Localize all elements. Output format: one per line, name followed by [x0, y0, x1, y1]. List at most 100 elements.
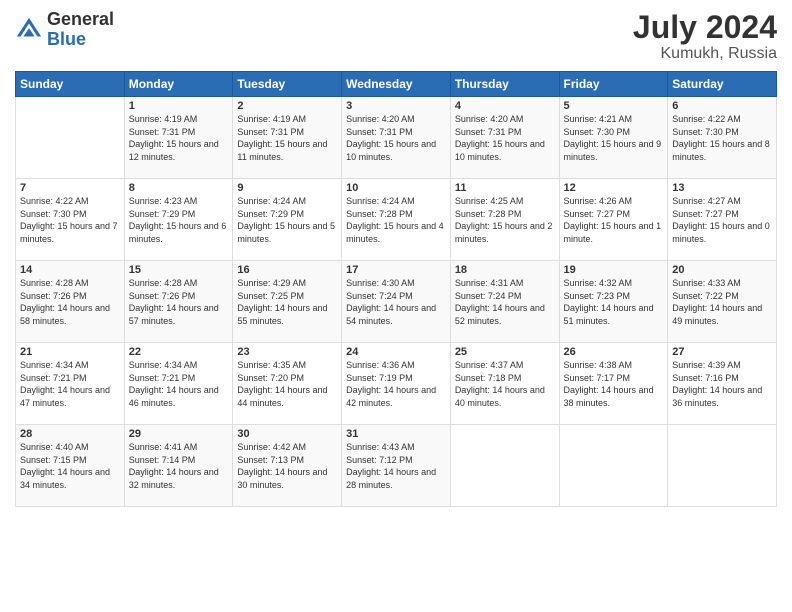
day-number: 6	[672, 100, 772, 112]
calendar-cell: 13Sunrise: 4:27 AMSunset: 7:27 PMDayligh…	[668, 179, 777, 261]
calendar-cell: 4Sunrise: 4:20 AMSunset: 7:31 PMDaylight…	[450, 97, 559, 179]
calendar-cell: 21Sunrise: 4:34 AMSunset: 7:21 PMDayligh…	[16, 343, 125, 425]
cell-details: Sunrise: 4:20 AMSunset: 7:31 PMDaylight:…	[455, 113, 555, 163]
calendar-cell: 8Sunrise: 4:23 AMSunset: 7:29 PMDaylight…	[124, 179, 233, 261]
header-cell-wednesday: Wednesday	[342, 72, 451, 97]
logo-icon	[15, 16, 43, 44]
calendar-cell: 31Sunrise: 4:43 AMSunset: 7:12 PMDayligh…	[342, 425, 451, 507]
calendar-cell: 12Sunrise: 4:26 AMSunset: 7:27 PMDayligh…	[559, 179, 668, 261]
day-number: 4	[455, 100, 555, 112]
calendar-table: SundayMondayTuesdayWednesdayThursdayFrid…	[15, 71, 777, 507]
day-number: 2	[237, 100, 337, 112]
cell-details: Sunrise: 4:29 AMSunset: 7:25 PMDaylight:…	[237, 277, 337, 327]
day-number: 9	[237, 182, 337, 194]
calendar-page: General Blue July 2024 Kumukh, Russia Su…	[0, 0, 792, 612]
cell-details: Sunrise: 4:23 AMSunset: 7:29 PMDaylight:…	[129, 195, 229, 245]
calendar-cell: 27Sunrise: 4:39 AMSunset: 7:16 PMDayligh…	[668, 343, 777, 425]
cell-details: Sunrise: 4:34 AMSunset: 7:21 PMDaylight:…	[129, 359, 229, 409]
week-row-3: 21Sunrise: 4:34 AMSunset: 7:21 PMDayligh…	[16, 343, 777, 425]
cell-details: Sunrise: 4:25 AMSunset: 7:28 PMDaylight:…	[455, 195, 555, 245]
day-number: 22	[129, 346, 229, 358]
header-row: SundayMondayTuesdayWednesdayThursdayFrid…	[16, 72, 777, 97]
calendar-cell: 6Sunrise: 4:22 AMSunset: 7:30 PMDaylight…	[668, 97, 777, 179]
day-number: 18	[455, 264, 555, 276]
calendar-cell: 9Sunrise: 4:24 AMSunset: 7:29 PMDaylight…	[233, 179, 342, 261]
calendar-cell: 10Sunrise: 4:24 AMSunset: 7:28 PMDayligh…	[342, 179, 451, 261]
header-cell-thursday: Thursday	[450, 72, 559, 97]
header-cell-sunday: Sunday	[16, 72, 125, 97]
calendar-cell: 30Sunrise: 4:42 AMSunset: 7:13 PMDayligh…	[233, 425, 342, 507]
cell-details: Sunrise: 4:22 AMSunset: 7:30 PMDaylight:…	[20, 195, 120, 245]
cell-details: Sunrise: 4:36 AMSunset: 7:19 PMDaylight:…	[346, 359, 446, 409]
header: General Blue July 2024 Kumukh, Russia	[15, 10, 777, 63]
week-row-2: 14Sunrise: 4:28 AMSunset: 7:26 PMDayligh…	[16, 261, 777, 343]
day-number: 12	[564, 182, 664, 194]
calendar-cell: 7Sunrise: 4:22 AMSunset: 7:30 PMDaylight…	[16, 179, 125, 261]
cell-details: Sunrise: 4:28 AMSunset: 7:26 PMDaylight:…	[129, 277, 229, 327]
calendar-cell: 20Sunrise: 4:33 AMSunset: 7:22 PMDayligh…	[668, 261, 777, 343]
day-number: 19	[564, 264, 664, 276]
calendar-cell: 22Sunrise: 4:34 AMSunset: 7:21 PMDayligh…	[124, 343, 233, 425]
cell-details: Sunrise: 4:30 AMSunset: 7:24 PMDaylight:…	[346, 277, 446, 327]
day-number: 23	[237, 346, 337, 358]
calendar-cell: 19Sunrise: 4:32 AMSunset: 7:23 PMDayligh…	[559, 261, 668, 343]
cell-details: Sunrise: 4:43 AMSunset: 7:12 PMDaylight:…	[346, 441, 446, 491]
cell-details: Sunrise: 4:20 AMSunset: 7:31 PMDaylight:…	[346, 113, 446, 163]
location: Kumukh, Russia	[633, 45, 777, 63]
day-number: 7	[20, 182, 120, 194]
cell-details: Sunrise: 4:19 AMSunset: 7:31 PMDaylight:…	[237, 113, 337, 163]
week-row-0: 1Sunrise: 4:19 AMSunset: 7:31 PMDaylight…	[16, 97, 777, 179]
day-number: 8	[129, 182, 229, 194]
calendar-cell: 2Sunrise: 4:19 AMSunset: 7:31 PMDaylight…	[233, 97, 342, 179]
cell-details: Sunrise: 4:40 AMSunset: 7:15 PMDaylight:…	[20, 441, 120, 491]
cell-details: Sunrise: 4:31 AMSunset: 7:24 PMDaylight:…	[455, 277, 555, 327]
calendar-cell	[668, 425, 777, 507]
calendar-cell: 25Sunrise: 4:37 AMSunset: 7:18 PMDayligh…	[450, 343, 559, 425]
week-row-1: 7Sunrise: 4:22 AMSunset: 7:30 PMDaylight…	[16, 179, 777, 261]
header-cell-tuesday: Tuesday	[233, 72, 342, 97]
calendar-cell	[559, 425, 668, 507]
day-number: 11	[455, 182, 555, 194]
cell-details: Sunrise: 4:27 AMSunset: 7:27 PMDaylight:…	[672, 195, 772, 245]
cell-details: Sunrise: 4:33 AMSunset: 7:22 PMDaylight:…	[672, 277, 772, 327]
header-cell-saturday: Saturday	[668, 72, 777, 97]
day-number: 15	[129, 264, 229, 276]
day-number: 24	[346, 346, 446, 358]
header-cell-friday: Friday	[559, 72, 668, 97]
cell-details: Sunrise: 4:24 AMSunset: 7:29 PMDaylight:…	[237, 195, 337, 245]
cell-details: Sunrise: 4:35 AMSunset: 7:20 PMDaylight:…	[237, 359, 337, 409]
calendar-cell: 15Sunrise: 4:28 AMSunset: 7:26 PMDayligh…	[124, 261, 233, 343]
title-block: July 2024 Kumukh, Russia	[633, 10, 777, 63]
calendar-cell: 23Sunrise: 4:35 AMSunset: 7:20 PMDayligh…	[233, 343, 342, 425]
calendar-cell: 26Sunrise: 4:38 AMSunset: 7:17 PMDayligh…	[559, 343, 668, 425]
calendar-cell: 14Sunrise: 4:28 AMSunset: 7:26 PMDayligh…	[16, 261, 125, 343]
day-number: 14	[20, 264, 120, 276]
day-number: 13	[672, 182, 772, 194]
cell-details: Sunrise: 4:21 AMSunset: 7:30 PMDaylight:…	[564, 113, 664, 163]
calendar-cell: 1Sunrise: 4:19 AMSunset: 7:31 PMDaylight…	[124, 97, 233, 179]
cell-details: Sunrise: 4:19 AMSunset: 7:31 PMDaylight:…	[129, 113, 229, 163]
logo: General Blue	[15, 10, 114, 50]
logo-blue: Blue	[47, 30, 114, 50]
cell-details: Sunrise: 4:34 AMSunset: 7:21 PMDaylight:…	[20, 359, 120, 409]
day-number: 21	[20, 346, 120, 358]
logo-general: General	[47, 10, 114, 30]
day-number: 26	[564, 346, 664, 358]
day-number: 5	[564, 100, 664, 112]
calendar-cell	[16, 97, 125, 179]
day-number: 10	[346, 182, 446, 194]
cell-details: Sunrise: 4:32 AMSunset: 7:23 PMDaylight:…	[564, 277, 664, 327]
day-number: 28	[20, 428, 120, 440]
day-number: 16	[237, 264, 337, 276]
day-number: 20	[672, 264, 772, 276]
logo-text: General Blue	[47, 10, 114, 50]
calendar-cell: 11Sunrise: 4:25 AMSunset: 7:28 PMDayligh…	[450, 179, 559, 261]
cell-details: Sunrise: 4:26 AMSunset: 7:27 PMDaylight:…	[564, 195, 664, 245]
cell-details: Sunrise: 4:28 AMSunset: 7:26 PMDaylight:…	[20, 277, 120, 327]
day-number: 31	[346, 428, 446, 440]
header-cell-monday: Monday	[124, 72, 233, 97]
month-title: July 2024	[633, 10, 777, 45]
calendar-cell: 28Sunrise: 4:40 AMSunset: 7:15 PMDayligh…	[16, 425, 125, 507]
cell-details: Sunrise: 4:38 AMSunset: 7:17 PMDaylight:…	[564, 359, 664, 409]
cell-details: Sunrise: 4:24 AMSunset: 7:28 PMDaylight:…	[346, 195, 446, 245]
